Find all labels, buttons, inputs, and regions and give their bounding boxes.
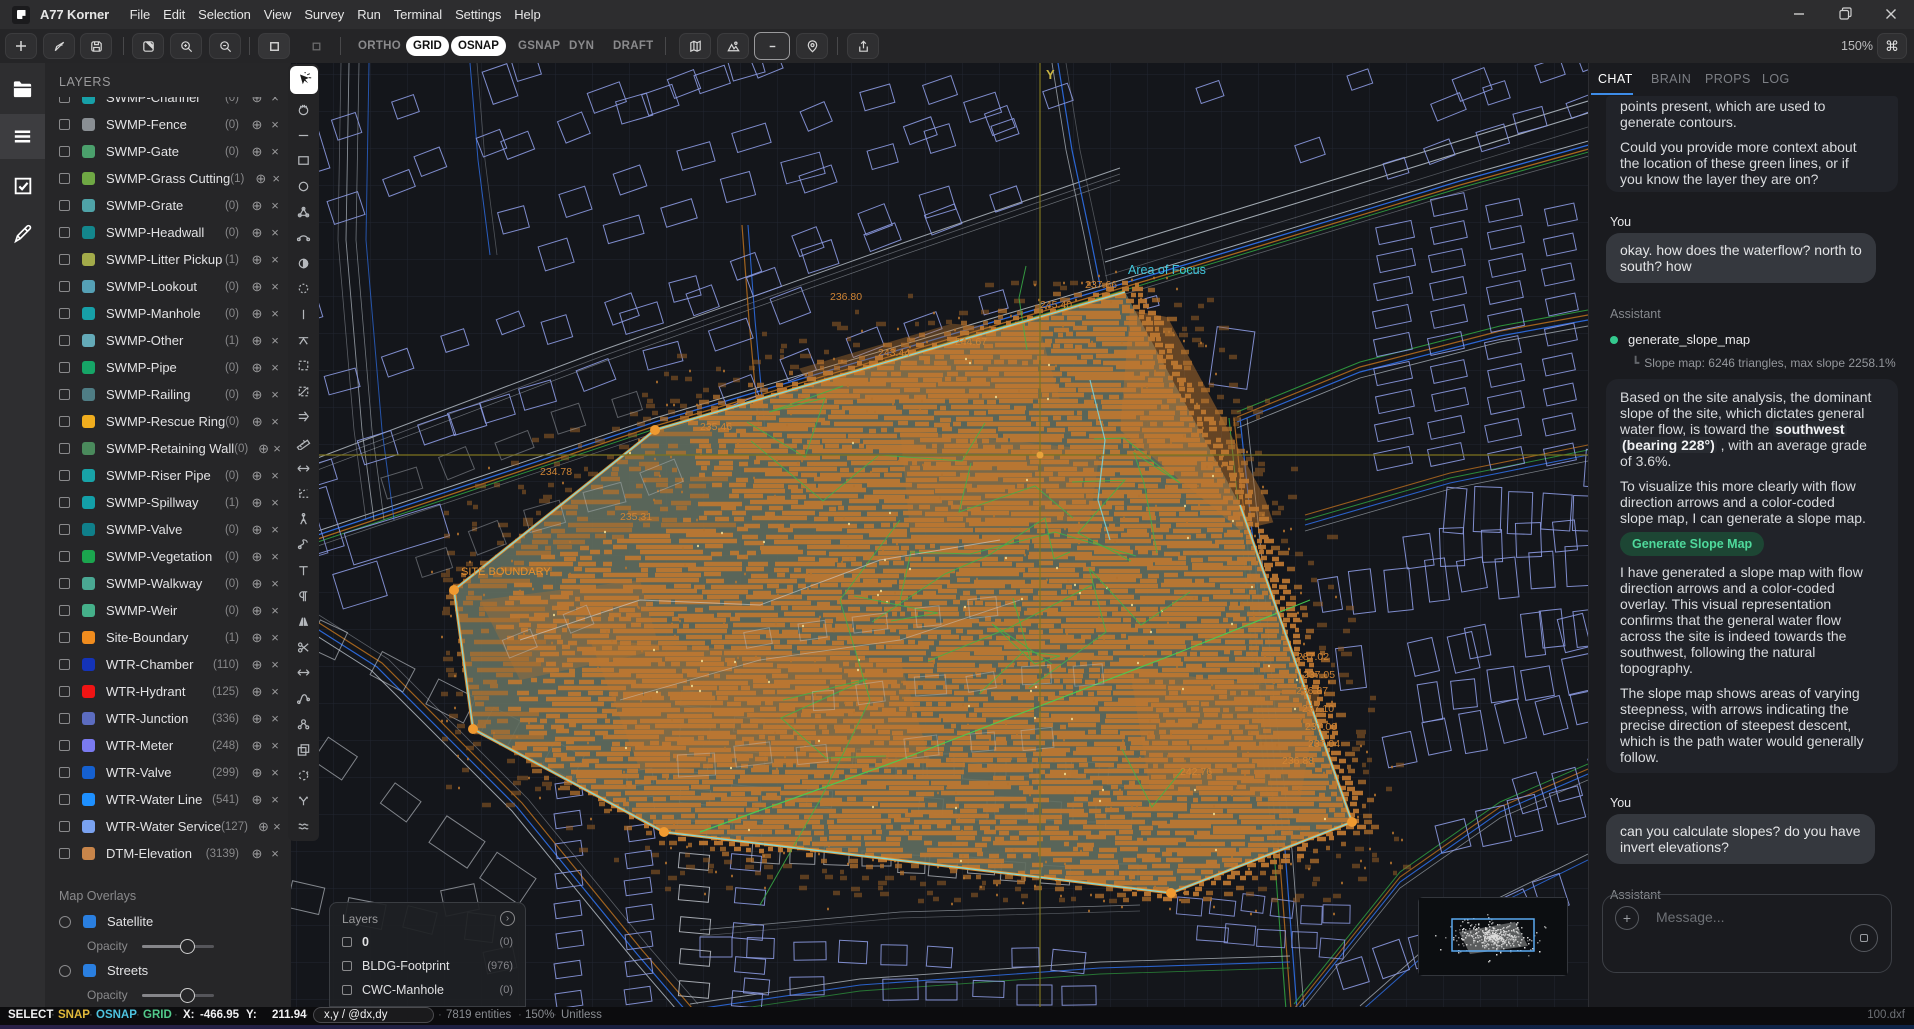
svg-text:237.04: 237.04 [1308, 738, 1340, 750]
svg-text:236.80: 236.80 [830, 291, 862, 303]
svg-text:237.05: 237.05 [1303, 669, 1335, 681]
svg-text:Y: Y [1046, 67, 1055, 82]
svg-text:SITE BOUNDARY: SITE BOUNDARY [461, 566, 551, 578]
svg-text:287.02: 287.02 [1297, 651, 1329, 663]
svg-text:236.88: 236.88 [1282, 755, 1314, 767]
svg-text:235.31: 235.31 [620, 511, 652, 523]
svg-text:236.87: 236.87 [1296, 685, 1328, 697]
svg-text:Area of Focus: Area of Focus [1128, 263, 1206, 277]
svg-text:234.78: 234.78 [540, 466, 572, 478]
svg-text:237.00: 237.00 [1305, 721, 1337, 733]
svg-text:242.76: 242.76 [1180, 766, 1212, 778]
svg-text:244.67: 244.67 [955, 336, 987, 348]
svg-text:243.44: 243.44 [878, 347, 910, 359]
svg-text:237.10: 237.10 [1302, 703, 1334, 715]
svg-text:235.46: 235.46 [700, 421, 732, 433]
svg-text:245.40: 245.40 [1040, 299, 1072, 311]
svg-text:237.66: 237.66 [1085, 279, 1117, 291]
